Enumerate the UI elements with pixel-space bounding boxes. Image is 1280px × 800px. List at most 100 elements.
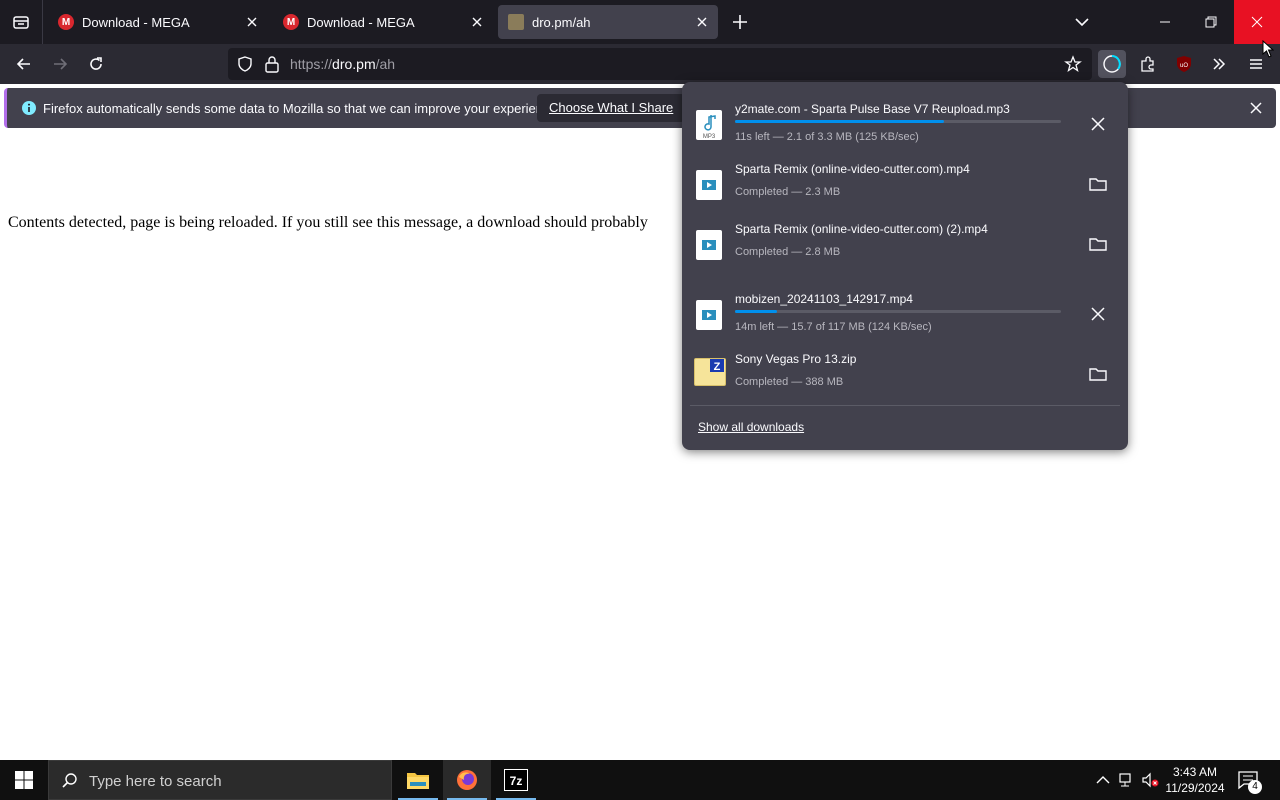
chevron-up-icon — [1096, 776, 1110, 784]
network-tray-button[interactable] — [1117, 770, 1137, 790]
downloads-panel: MP3 y2mate.com - Sparta Pulse Base V7 Re… — [682, 82, 1128, 450]
forward-button[interactable] — [46, 50, 74, 78]
downloads-button[interactable] — [1098, 50, 1126, 78]
search-placeholder: Type here to search — [89, 773, 222, 790]
download-status: Completed — 2.8 MB — [735, 246, 841, 258]
list-all-tabs-icon[interactable] — [1072, 12, 1092, 32]
download-name: y2mate.com - Sparta Pulse Base V7 Reuplo… — [735, 102, 1010, 116]
restore-button[interactable] — [1188, 0, 1234, 44]
download-item[interactable]: Z Sony Vegas Pro 13.zip Completed — 388 … — [690, 344, 1120, 404]
file-explorer-icon — [407, 773, 429, 789]
tab-mega-1[interactable]: M Download - MEGA — [48, 5, 268, 39]
url-path: /ah — [375, 56, 396, 72]
tab-mega-2[interactable]: M Download - MEGA — [273, 5, 493, 39]
svg-text:uO: uO — [1180, 63, 1188, 69]
cancel-download-button[interactable] — [1084, 300, 1112, 328]
close-notification-icon[interactable] — [1248, 100, 1264, 116]
download-status: 11s left — 2.1 of 3.3 MB (125 KB/sec) — [735, 131, 919, 143]
tab-title: dro.pm/ah — [532, 14, 591, 30]
forward-arrow-icon — [54, 58, 68, 70]
close-tab-icon[interactable] — [469, 14, 485, 30]
folder-icon — [1089, 178, 1107, 191]
new-tab-button[interactable] — [728, 10, 752, 34]
clock-date: 11/29/2024 — [1165, 781, 1225, 795]
url-text[interactable]: https://dro.pm/ah — [290, 56, 395, 72]
reload-icon — [90, 57, 102, 70]
7zip-label: 7z — [510, 774, 523, 788]
show-all-downloads-button[interactable]: Show all downloads — [698, 420, 804, 434]
download-progress-bar — [735, 120, 1061, 123]
url-bar[interactable]: https://dro.pm/ah — [228, 48, 1092, 80]
firefox-view-button[interactable] — [0, 0, 42, 44]
bookmark-button[interactable] — [1059, 50, 1087, 78]
close-window-button[interactable] — [1234, 0, 1280, 44]
download-name: Sony Vegas Pro 13.zip — [735, 352, 857, 366]
show-in-folder-button[interactable] — [1084, 170, 1112, 198]
page-message: Contents detected, page is being reloade… — [8, 214, 648, 231]
extensions-button[interactable] — [1134, 50, 1162, 78]
ublock-button[interactable]: uO — [1170, 50, 1198, 78]
7zip-icon: 7z — [504, 769, 528, 791]
show-hidden-icons-button[interactable] — [1093, 770, 1113, 790]
taskbar-search-box[interactable]: Type here to search — [48, 760, 392, 800]
choose-what-i-share-button[interactable]: Choose What I Share — [537, 94, 686, 122]
lock-icon[interactable] — [264, 55, 280, 73]
tab-title: Download - MEGA — [307, 14, 415, 30]
close-icon — [1091, 307, 1105, 321]
taskbar-firefox[interactable] — [443, 760, 491, 800]
download-progress-fill — [735, 310, 778, 313]
network-icon — [1119, 773, 1131, 787]
url-scheme: https:// — [290, 56, 333, 72]
chevron-double-right-icon — [1213, 58, 1226, 70]
volume-tray-button[interactable] — [1140, 770, 1160, 790]
download-progress-bar — [735, 310, 1061, 313]
download-item[interactable]: mobizen_20241103_142917.mp4 14m left — 1… — [690, 284, 1120, 344]
download-item[interactable]: Sparta Remix (online-video-cutter.com) (… — [690, 214, 1120, 274]
firefox-view-icon — [13, 16, 29, 29]
close-tab-icon[interactable] — [694, 14, 710, 30]
info-icon — [22, 101, 36, 115]
folder-icon — [1089, 238, 1107, 251]
tab-strip: M Download - MEGA M Download - MEGA dro.… — [0, 0, 1280, 44]
back-arrow-icon — [16, 58, 30, 70]
show-in-folder-button[interactable] — [1084, 230, 1112, 258]
download-status: Completed — 2.3 MB — [735, 186, 841, 198]
navigation-toolbar: https://dro.pm/ah uO — [0, 44, 1280, 84]
mp3-file-icon: MP3 — [696, 110, 722, 140]
volume-muted-icon — [1142, 772, 1159, 788]
folder-icon — [1089, 368, 1107, 381]
download-status: 14m left — 15.7 of 117 MB (124 KB/sec) — [735, 321, 932, 333]
mega-icon: M — [58, 14, 74, 30]
mega-icon: M — [283, 14, 299, 30]
mouse-cursor-icon — [1262, 40, 1274, 58]
minimize-button[interactable] — [1142, 0, 1188, 44]
star-icon — [1064, 55, 1082, 73]
mp3-label: MP3 — [703, 134, 716, 140]
more-tools-button[interactable] — [1205, 50, 1233, 78]
show-in-folder-button[interactable] — [1084, 360, 1112, 388]
reload-button[interactable] — [82, 50, 110, 78]
download-name: Sparta Remix (online-video-cutter.com).m… — [735, 162, 970, 176]
windows-taskbar: Type here to search 7z 3:43 AM 11/29/202… — [0, 760, 1280, 800]
taskbar-7zip[interactable]: 7z — [492, 760, 540, 800]
shield-icon[interactable] — [236, 55, 254, 73]
download-item[interactable]: Sparta Remix (online-video-cutter.com).m… — [690, 154, 1120, 214]
firefox-icon — [457, 770, 477, 790]
notification-count-badge: 4 — [1248, 780, 1262, 794]
download-item[interactable]: MP3 y2mate.com - Sparta Pulse Base V7 Re… — [690, 94, 1120, 154]
close-tab-icon[interactable] — [244, 14, 260, 30]
zip-folder-icon: Z — [694, 358, 726, 386]
search-icon — [62, 773, 77, 788]
close-icon — [1091, 117, 1105, 131]
taskbar-file-explorer[interactable] — [394, 760, 442, 800]
start-button[interactable] — [0, 760, 48, 800]
tab-dro[interactable]: dro.pm/ah — [498, 5, 718, 39]
back-button[interactable] — [10, 50, 38, 78]
download-status: Completed — 388 MB — [735, 376, 844, 388]
dro-icon — [508, 14, 524, 30]
system-clock[interactable]: 3:43 AM 11/29/2024 — [1160, 764, 1230, 796]
panel-divider — [690, 405, 1120, 406]
notification-text: Firefox automatically sends some data to… — [43, 101, 561, 116]
puzzle-piece-icon — [1141, 56, 1154, 72]
cancel-download-button[interactable] — [1084, 110, 1112, 138]
